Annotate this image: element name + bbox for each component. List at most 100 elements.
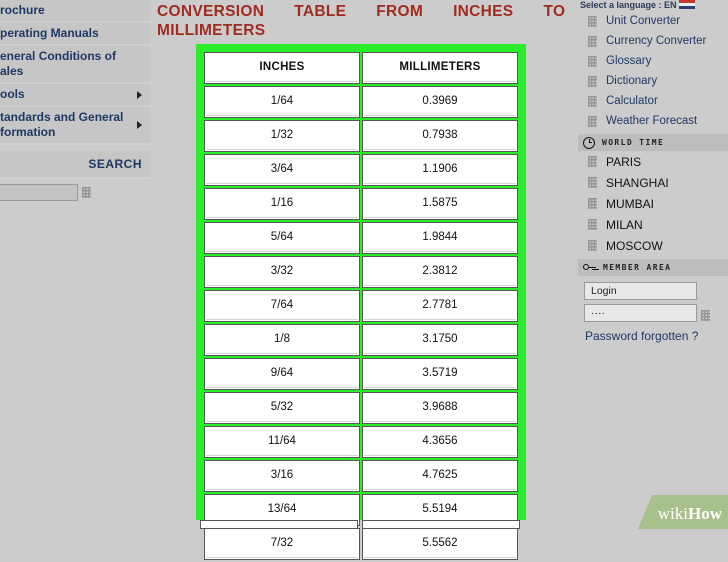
search-submit-icon[interactable] — [82, 187, 91, 198]
table-row: 7/32 5.5562 — [204, 528, 518, 560]
sidebar-item-label: Dictionary — [606, 75, 658, 87]
sidebar-item-operating-manuals[interactable]: perating Manuals — [0, 23, 150, 46]
world-time-row: MUMBAI18 — [578, 193, 728, 214]
list-bullet-icon — [588, 55, 597, 67]
cell-millimeters: 5.5562 — [362, 528, 518, 560]
list-bullet-icon — [588, 219, 597, 230]
table-row: 1/64 0.3969 — [204, 86, 518, 118]
world-time-row: SHANGHAI21 — [578, 172, 728, 193]
sidebar-item-label: tandards and General formation — [0, 110, 124, 139]
password-forgotten-link[interactable]: Password forgotten ? — [585, 329, 720, 343]
cell-millimeters: 4.3656 — [362, 426, 518, 458]
cell-millimeters: 3.9688 — [362, 392, 518, 424]
search-section-header: SEARCH — [0, 151, 150, 179]
table-row: 1/16 1.5875 — [204, 188, 518, 220]
page-title: CONVERSION TABLE FROM INCHES TO MILLIMETERS — [157, 2, 572, 40]
login-field[interactable]: Login — [584, 282, 697, 300]
search-label: SEARCH — [88, 157, 142, 171]
table-row: 11/64 4.3656 — [204, 426, 518, 458]
list-bullet-icon — [588, 177, 597, 188]
title-word: FROM — [376, 3, 424, 20]
sidebar-item-general-conditions-of-sales[interactable]: eneral Conditions of ales — [0, 46, 150, 84]
table-row: 3/16 4.7625 — [204, 460, 518, 492]
table-row: 3/32 2.3812 — [204, 256, 518, 288]
list-bullet-icon — [588, 35, 597, 47]
cell-inches: 5/32 — [204, 392, 360, 424]
sidebar-item-currency-converter[interactable]: Currency Converter — [578, 31, 728, 51]
cell-inches: 3/32 — [204, 256, 360, 288]
sidebar-item-weather-forecast[interactable]: Weather Forecast — [578, 111, 728, 131]
sidebar-item-calculator[interactable]: Calculator — [578, 91, 728, 111]
cell-inches: 1/32 — [204, 120, 360, 152]
clipped-cell-millimeters — [362, 520, 520, 529]
table-row: 5/64 1.9844 — [204, 222, 518, 254]
cell-millimeters: 1.1906 — [362, 154, 518, 186]
cell-inches: 11/64 — [204, 426, 360, 458]
world-time-heading: WORLD TIME — [602, 138, 665, 147]
city-name: SHANGHAI — [606, 175, 669, 190]
cell-inches: 5/64 — [204, 222, 360, 254]
sidebar-item-label: eneral Conditions of ales — [0, 49, 117, 78]
language-selector-label: Select a language : EN — [580, 0, 677, 10]
chevron-right-icon — [137, 90, 142, 99]
sidebar-item-label: ools — [0, 87, 25, 101]
world-time-row: MOSCOW16 — [578, 235, 728, 256]
sidebar-item-glossary[interactable]: Glossary — [578, 51, 728, 71]
member-area-box: Login ···· Password forgotten ? — [578, 276, 728, 343]
list-bullet-icon — [588, 156, 597, 167]
table-row: 9/64 3.5719 — [204, 358, 518, 390]
sidebar-item-unit-converter[interactable]: Unit Converter — [578, 11, 728, 31]
list-bullet-icon — [588, 75, 597, 87]
table-body: 1/64 0.3969 1/32 0.7938 3/64 1.1906 1/16 1.5875… — [204, 86, 518, 560]
wikihow-watermark-text: wikiHow — [658, 504, 722, 524]
city-name: PARIS — [606, 154, 642, 169]
sidebar-item-label: Calculator — [606, 95, 658, 107]
watermark-suffix: How — [688, 504, 722, 523]
title-word: CONVERSION — [157, 3, 265, 20]
watermark-prefix: wiki — [657, 504, 688, 523]
table-row: 5/32 3.9688 — [204, 392, 518, 424]
cell-inches: 7/32 — [204, 528, 360, 560]
cell-millimeters: 2.3812 — [362, 256, 518, 288]
table-row: 7/64 2.7781 — [204, 290, 518, 322]
cell-millimeters: 3.5719 — [362, 358, 518, 390]
world-time-city-list: PARIS14SHANGHAI21MUMBAI18MILAN14MOSCOW16 — [578, 151, 728, 256]
password-field[interactable]: ···· — [584, 304, 697, 322]
cell-millimeters: 1.9844 — [362, 222, 518, 254]
search-input[interactable] — [0, 184, 78, 201]
list-bullet-icon — [588, 15, 597, 27]
table-row: 1/8 3.1750 — [204, 324, 518, 356]
left-sidebar: rochure perating Manuals eneral Conditio… — [0, 0, 150, 201]
login-submit-icon[interactable] — [701, 309, 710, 321]
search-field-row — [0, 179, 150, 201]
sidebar-item-label: Currency Converter — [606, 35, 707, 47]
sidebar-item-standards-and-general-information[interactable]: tandards and General formation — [0, 107, 150, 145]
language-selector[interactable]: Select a language : EN — [578, 0, 728, 11]
city-name: MUMBAI — [606, 196, 654, 211]
cell-inches: 1/16 — [204, 188, 360, 220]
cell-inches: 1/64 — [204, 86, 360, 118]
title-word: TABLE — [294, 3, 347, 20]
cell-millimeters: 3.1750 — [362, 324, 518, 356]
world-time-row: PARIS14 — [578, 151, 728, 172]
sidebar-item-label: rochure — [0, 3, 45, 17]
sidebar-item-brochure[interactable]: rochure — [0, 0, 150, 23]
clipped-next-row — [200, 520, 522, 529]
cell-millimeters: 0.7938 — [362, 120, 518, 152]
list-bullet-icon — [588, 115, 597, 127]
sidebar-item-tools[interactable]: ools — [0, 84, 150, 107]
city-name: MOSCOW — [606, 238, 663, 253]
list-bullet-icon — [588, 95, 597, 107]
flag-icon — [678, 0, 695, 9]
sidebar-item-dictionary[interactable]: Dictionary — [578, 71, 728, 91]
cell-millimeters: 1.5875 — [362, 188, 518, 220]
title-word: MILLIMETERS — [157, 22, 266, 39]
conversion-table-highlight: INCHES MILLIMETERS 1/64 0.3969 1/32 0.7938 3… — [196, 44, 526, 560]
title-word: TO — [543, 3, 566, 20]
chevron-right-icon — [137, 121, 142, 129]
member-area-header: MEMBER AREA — [578, 259, 728, 276]
list-bullet-icon — [588, 198, 597, 209]
cell-millimeters: 2.7781 — [362, 290, 518, 322]
table-header-row: INCHES MILLIMETERS — [204, 52, 518, 84]
column-header-millimeters: MILLIMETERS — [362, 52, 518, 84]
